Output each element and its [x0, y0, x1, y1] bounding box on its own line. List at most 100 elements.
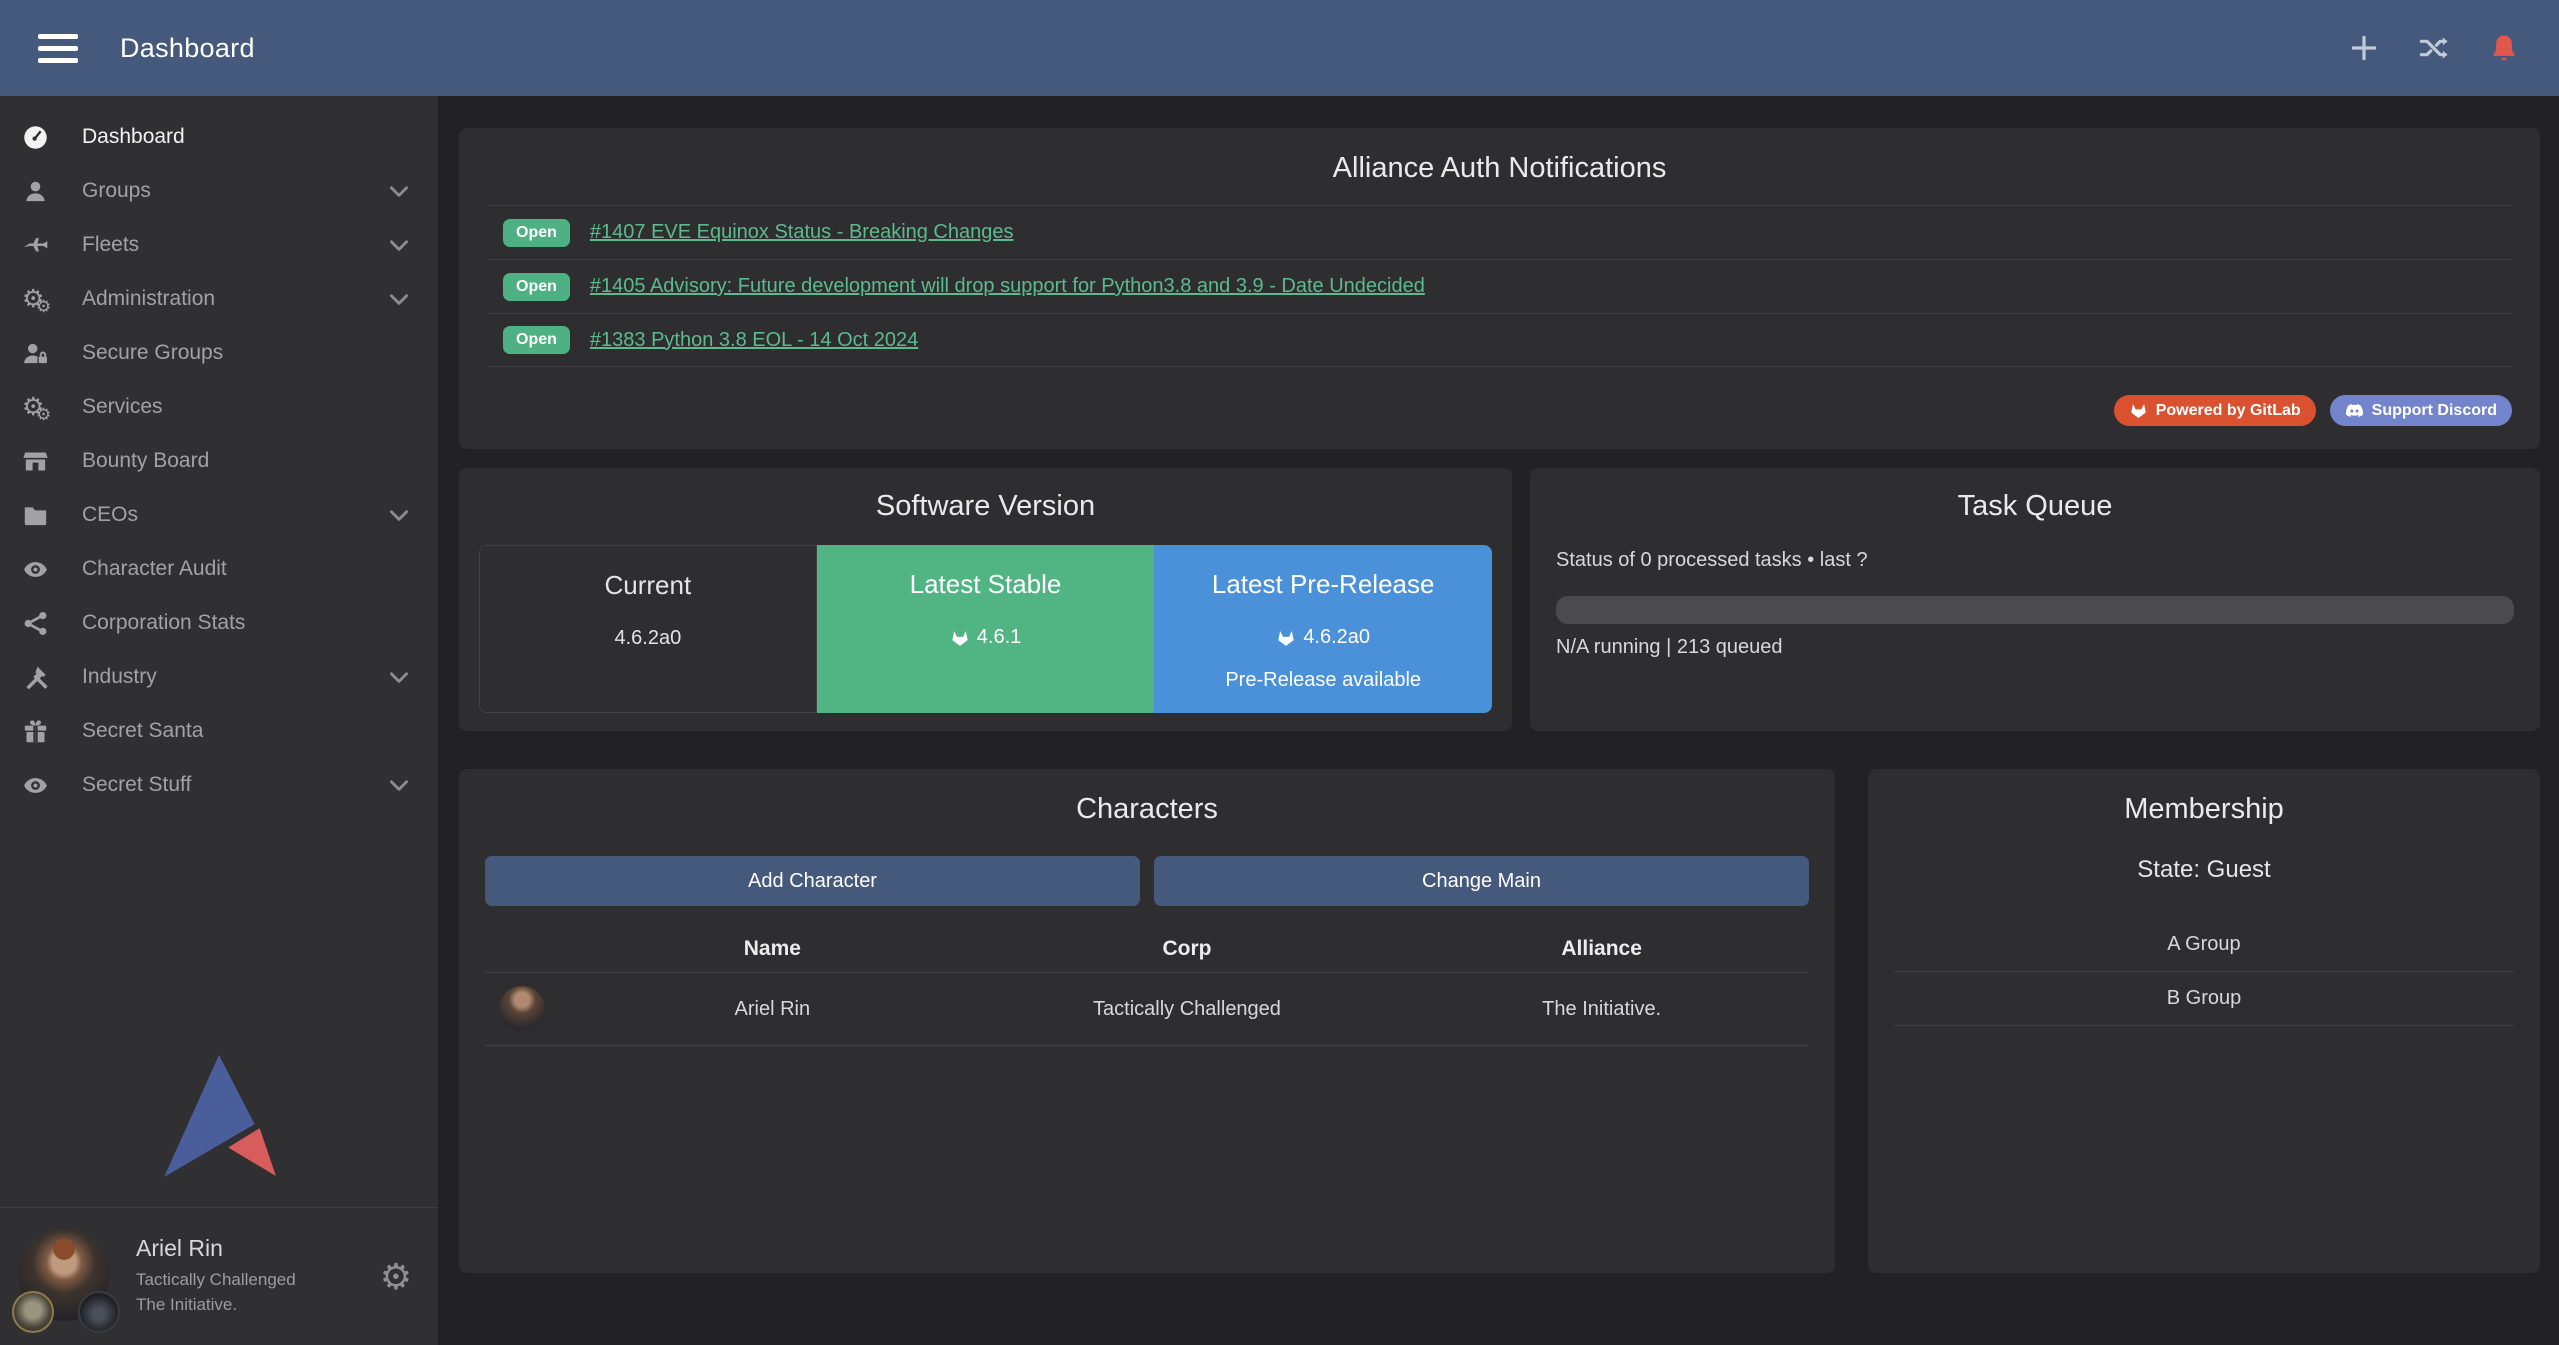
logo-blue-shape	[164, 1055, 254, 1177]
column-header-corp: Corp	[980, 937, 1395, 961]
version-value: 4.6.1	[817, 626, 1155, 649]
status-badge: Open	[503, 219, 570, 247]
user-lock-icon	[22, 340, 68, 367]
sidebar-item-label: Secret Santa	[82, 719, 203, 743]
support-discord-badge[interactable]: Support Discord	[2330, 395, 2512, 426]
navbar-actions	[2347, 31, 2521, 65]
cell-name: Ariel Rin	[565, 998, 980, 1021]
gitlab-icon	[1276, 628, 1296, 648]
sidebar-item-corporation-stats[interactable]: Corporation Stats	[0, 596, 438, 650]
version-cell-latest-stable: Latest Stable4.6.1	[817, 545, 1155, 713]
sidebar-menu: DashboardGroupsFleets⚙⚙AdministrationSec…	[0, 96, 438, 812]
sidebar-item-label: Bounty Board	[82, 449, 209, 473]
add-character-button[interactable]: Add Character	[485, 856, 1140, 906]
cell-corp: Tactically Challenged	[980, 998, 1395, 1021]
sidebar-item-label: CEOs	[82, 503, 138, 527]
sidebar-item-services[interactable]: ⚙⚙ Services	[0, 380, 438, 434]
characters-table-header: NameCorpAlliance	[485, 926, 1809, 972]
sidebar-item-bounty-board[interactable]: Bounty Board	[0, 434, 438, 488]
gears-icon: ⚙⚙	[22, 287, 68, 312]
gears-icon: ⚙⚙	[22, 395, 68, 420]
sidebar-item-label: Groups	[82, 179, 151, 203]
software-version-title: Software Version	[479, 490, 1492, 523]
sidebar-item-label: Fleets	[82, 233, 139, 257]
sidebar-item-groups[interactable]: Groups	[0, 164, 438, 218]
prerelease-note: Pre-Release available	[1154, 669, 1492, 692]
main-content: Alliance Auth Notifications Open#1407 EV…	[438, 96, 2559, 1345]
task-queue-panel: Task Queue Status of 0 processed tasks •…	[1530, 468, 2540, 731]
version-value: 4.6.2a0	[1154, 626, 1492, 649]
folder-icon	[22, 502, 68, 529]
sidebar-item-character-audit[interactable]: Character Audit	[0, 542, 438, 596]
group-item: B Group	[1894, 972, 2514, 1026]
gear-icon[interactable]: ⚙	[380, 1259, 412, 1295]
notification-row: Open #1407 EVE Equinox Status - Breaking …	[487, 205, 2512, 259]
version-cells: Current4.6.2a0Latest Stable4.6.1Latest P…	[479, 545, 1492, 713]
shuffle-icon[interactable]	[2417, 31, 2451, 65]
plus-icon[interactable]	[2347, 31, 2381, 65]
user-icon	[22, 178, 68, 205]
sidebar-item-label: Services	[82, 395, 163, 419]
chevron-down-icon	[386, 664, 412, 690]
share-nodes-icon	[22, 610, 68, 637]
user-info: Ariel Rin Tactically Challenged The Init…	[136, 1235, 296, 1317]
software-version-panel: Software Version Current4.6.2a0Latest St…	[459, 468, 1512, 731]
membership-groups: A GroupB Group	[1894, 918, 2514, 1026]
version-cell-label: Latest Pre-Release	[1154, 569, 1492, 600]
notifications-panel: Alliance Auth Notifications Open#1407 EV…	[459, 128, 2540, 449]
alliance-logo-badge	[78, 1291, 120, 1333]
eye-icon	[22, 556, 68, 583]
cell-alliance: The Initiative.	[1394, 998, 1809, 1021]
notification-link[interactable]: #1407 EVE Equinox Status - Breaking Chan…	[590, 221, 1014, 244]
sidebar-item-secure-groups[interactable]: Secure Groups	[0, 326, 438, 380]
user-name: Ariel Rin	[136, 1235, 296, 1262]
group-item: A Group	[1894, 918, 2514, 972]
sidebar-item-label: Dashboard	[82, 125, 185, 149]
change-main-button[interactable]: Change Main	[1154, 856, 1809, 906]
chevron-down-icon	[386, 232, 412, 258]
sidebar-item-industry[interactable]: Industry	[0, 650, 438, 704]
menu-icon[interactable]	[38, 34, 78, 63]
status-badge: Open	[503, 273, 570, 301]
column-header-name: Name	[565, 937, 980, 961]
powered-by-gitlab-badge[interactable]: Powered by GitLab	[2114, 395, 2316, 426]
task-queue-title: Task Queue	[1556, 490, 2514, 523]
notification-link[interactable]: #1383 Python 3.8 EOL - 14 Oct 2024	[590, 329, 918, 352]
sidebar-item-dashboard[interactable]: Dashboard	[0, 110, 438, 164]
page-title: Dashboard	[120, 33, 255, 64]
sidebar-item-fleets[interactable]: Fleets	[0, 218, 438, 272]
bell-icon[interactable]	[2487, 31, 2521, 65]
sidebar-item-label: Character Audit	[82, 557, 227, 581]
notification-link[interactable]: #1405 Advisory: Future development will …	[590, 275, 1425, 298]
footer-badges: Powered by GitLab Support Discord	[487, 395, 2512, 426]
membership-panel: Membership State: Guest A GroupB Group	[1868, 769, 2540, 1273]
store-icon	[22, 448, 68, 475]
version-cell-current: Current4.6.2a0	[479, 545, 817, 713]
gitlab-icon	[950, 628, 970, 648]
sidebar-item-ceos[interactable]: CEOs	[0, 488, 438, 542]
status-badge: Open	[503, 326, 570, 354]
membership-state: State: Guest	[1894, 856, 2514, 884]
characters-table-body: Ariel RinTactically ChallengedThe Initia…	[485, 972, 1809, 1046]
middle-row: Software Version Current4.6.2a0Latest St…	[459, 468, 2540, 731]
version-value: 4.6.2a0	[480, 627, 816, 650]
sidebar-item-secret-stuff[interactable]: Secret Stuff	[0, 758, 438, 812]
characters-buttons: Add Character Change Main	[485, 856, 1809, 906]
membership-title: Membership	[1894, 793, 2514, 826]
column-header-alliance: Alliance	[1394, 937, 1809, 961]
discord-icon	[2345, 401, 2364, 420]
sidebar-item-administration[interactable]: ⚙⚙Administration	[0, 272, 438, 326]
hammer-icon	[22, 664, 68, 691]
user-corp: Tactically Challenged	[136, 1268, 296, 1293]
task-queue-counts: N/A running | 213 queued	[1556, 636, 2514, 659]
notification-row: Open #1405 Advisory: Future development w…	[487, 259, 2512, 313]
characters-table: NameCorpAlliance Ariel RinTactically Cha…	[485, 926, 1809, 1046]
task-queue-progressbar	[1556, 596, 2514, 624]
badge-label: Support Discord	[2372, 402, 2497, 420]
user-avatar[interactable]	[18, 1229, 114, 1325]
version-cell-latest-pre-release: Latest Pre-Release 4.6.2a0 Pre-Release ava…	[1154, 545, 1492, 713]
characters-title: Characters	[485, 793, 1809, 826]
fighter-jet-icon	[22, 232, 68, 259]
gauge-icon	[22, 124, 68, 151]
sidebar-item-secret-santa[interactable]: Secret Santa	[0, 704, 438, 758]
